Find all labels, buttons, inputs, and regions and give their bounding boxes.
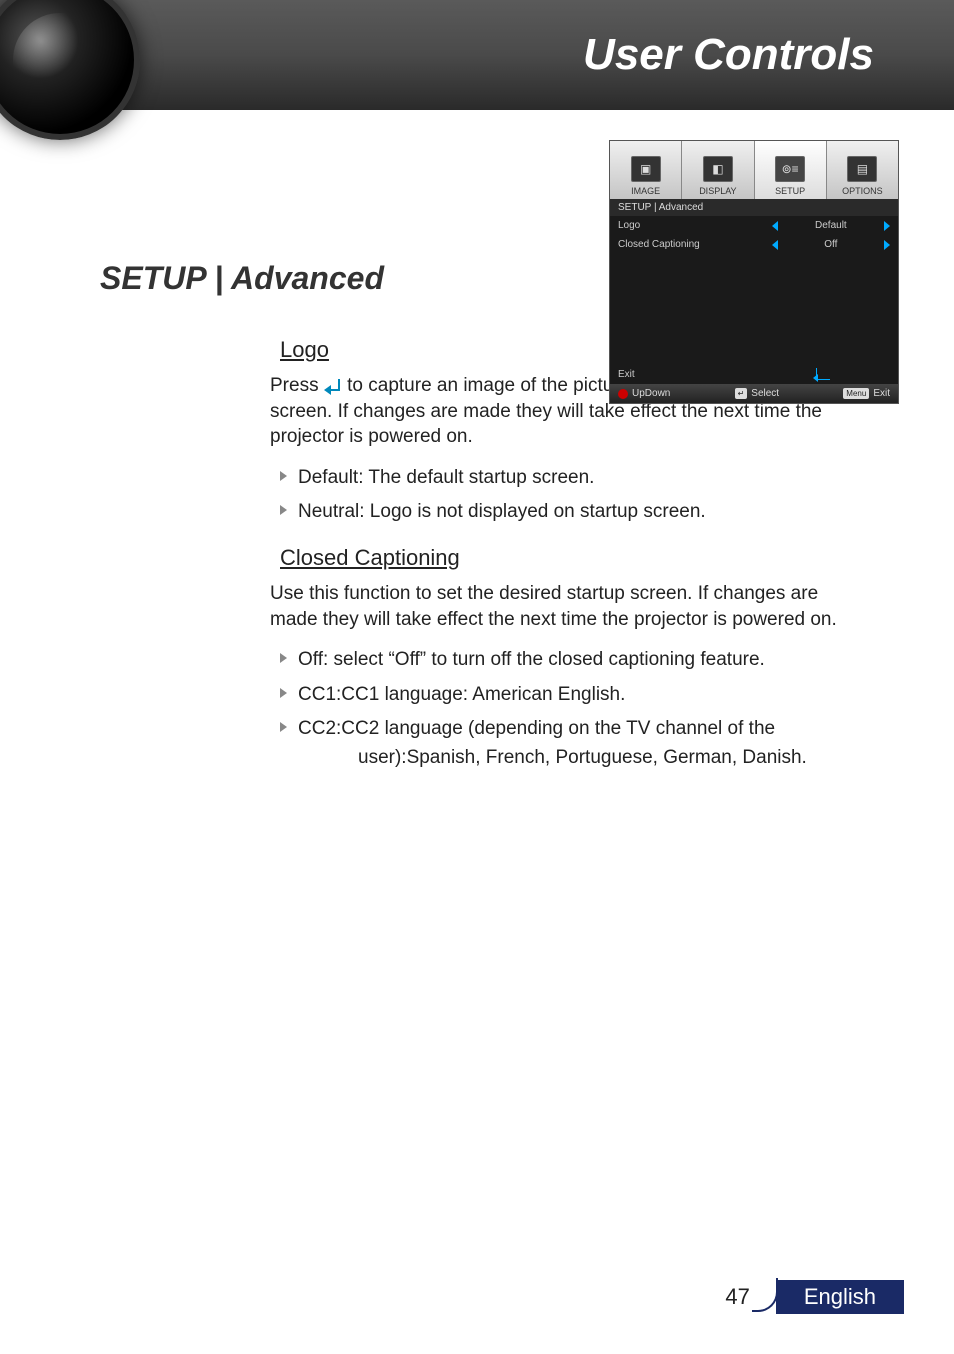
enter-key-icon: ↵	[735, 388, 748, 399]
bullet-item: Default: The default startup screen.	[276, 464, 864, 493]
footer-language: English	[776, 1280, 904, 1314]
footer-curve-decoration	[752, 1278, 778, 1312]
bullet-item: CC1:CC1 language: American English.	[276, 681, 864, 710]
osd-menu: ▣ IMAGE ◧ DISPLAY ⊚≡ SETUP ▤ OPTIONS SET…	[609, 140, 899, 404]
osd-tab-label: DISPLAY	[699, 186, 736, 196]
bullet-text-cont: user):Spanish, French, Portuguese, Germa…	[298, 744, 864, 773]
enter-icon	[324, 379, 342, 393]
image-icon: ▣	[631, 156, 661, 182]
logo-bullets: Default: The default startup screen. Neu…	[276, 464, 864, 527]
osd-row-value: Off	[778, 239, 884, 250]
osd-row-label: Closed Captioning	[618, 239, 772, 250]
bullet-item: Off: select “Off” to turn off the closed…	[276, 646, 864, 675]
para-text: Press	[270, 375, 324, 396]
bullet-text: CC2:CC2 language (depending on the TV ch…	[298, 718, 775, 739]
osd-row-label: Logo	[618, 220, 772, 231]
setup-icon: ⊚≡	[775, 156, 805, 182]
osd-tab-display[interactable]: ◧ DISPLAY	[682, 141, 754, 199]
osd-tab-label: SETUP	[775, 186, 805, 196]
page-header: User Controls	[0, 0, 954, 110]
options-icon: ▤	[847, 156, 877, 182]
page-footer: 47 English	[725, 1280, 904, 1314]
menu-key-icon: Menu	[843, 388, 869, 399]
osd-breadcrumb: SETUP | Advanced	[610, 199, 898, 216]
osd-tab-options[interactable]: ▤ OPTIONS	[827, 141, 898, 199]
osd-row-value: Default	[778, 220, 884, 231]
cc-paragraph: Use this function to set the desired sta…	[270, 581, 864, 632]
arrow-right-icon[interactable]	[884, 240, 890, 250]
osd-tab-label: IMAGE	[631, 186, 660, 196]
osd-footer: UpDown ↵ Select Menu Exit	[610, 384, 898, 403]
osd-footer-updown: UpDown	[632, 388, 670, 399]
bullet-item: Neutral: Logo is not displayed on startu…	[276, 498, 864, 527]
subheading-cc: Closed Captioning	[270, 545, 460, 571]
osd-spacer	[610, 254, 898, 364]
osd-tab-setup[interactable]: ⊚≡ SETUP	[755, 141, 827, 199]
osd-tab-label: OPTIONS	[842, 186, 883, 196]
enter-icon	[816, 368, 830, 380]
header-title: User Controls	[583, 30, 874, 80]
cc-bullets: Off: select “Off” to turn off the closed…	[276, 646, 864, 772]
subheading-logo: Logo	[270, 337, 329, 363]
osd-footer-exit: Exit	[873, 388, 890, 399]
osd-exit-label: Exit	[618, 369, 635, 380]
osd-exit-row[interactable]: Exit	[610, 364, 898, 384]
osd-tabs: ▣ IMAGE ◧ DISPLAY ⊚≡ SETUP ▤ OPTIONS	[610, 141, 898, 199]
page-number: 47	[725, 1284, 749, 1310]
osd-footer-select: Select	[751, 388, 779, 399]
arrow-right-icon[interactable]	[884, 221, 890, 231]
osd-tab-image[interactable]: ▣ IMAGE	[610, 141, 682, 199]
osd-row-logo[interactable]: Logo Default	[610, 216, 898, 235]
osd-row-cc[interactable]: Closed Captioning Off	[610, 235, 898, 254]
red-dot-icon	[618, 389, 628, 399]
bullet-item: CC2:CC2 language (depending on the TV ch…	[276, 715, 864, 772]
display-icon: ◧	[703, 156, 733, 182]
